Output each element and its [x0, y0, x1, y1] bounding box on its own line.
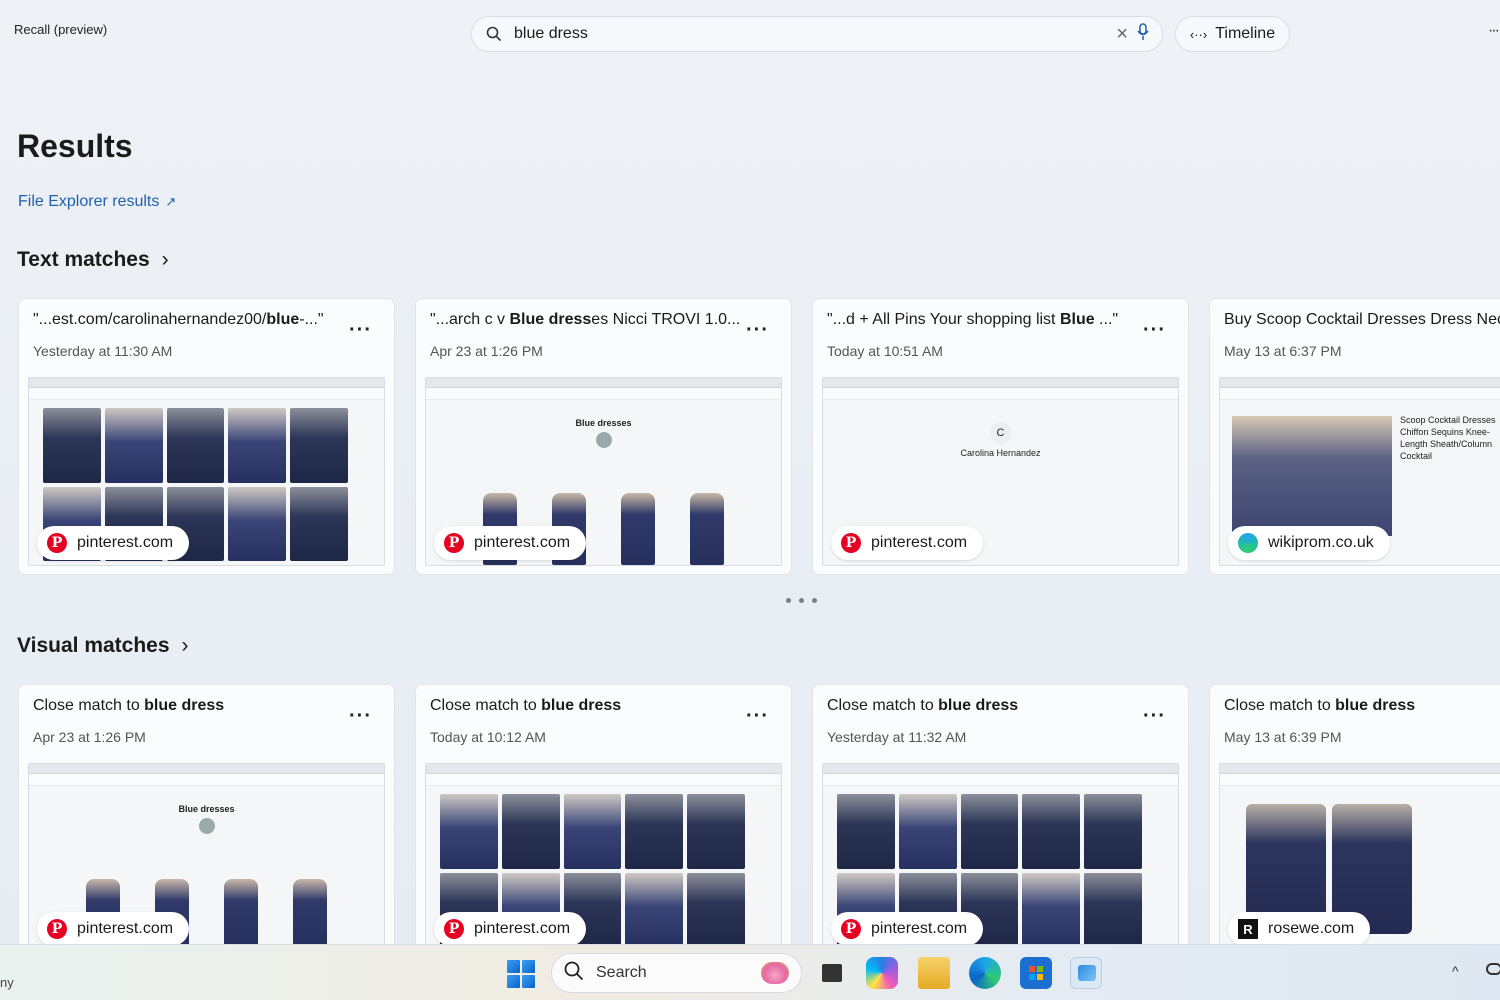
- pinterest-icon: P: [47, 919, 67, 939]
- taskbar: ny Search ^: [0, 944, 1500, 1000]
- timeline-label: Timeline: [1215, 25, 1276, 42]
- pinterest-icon: P: [841, 533, 861, 553]
- visual-matches-heading[interactable]: Visual matches ›: [17, 634, 189, 658]
- card-date: Yesterday at 11:32 AM: [827, 729, 967, 745]
- source-badge: P pinterest.com: [37, 526, 190, 560]
- pinterest-icon: P: [47, 533, 67, 553]
- windows-start-icon[interactable]: [507, 960, 535, 988]
- chevron-up-icon[interactable]: ^: [1452, 963, 1459, 979]
- app-title: Recall (preview): [14, 22, 108, 37]
- source-label: rosewe.com: [1268, 920, 1355, 937]
- source-badge: P pinterest.com: [434, 912, 587, 946]
- source-badge: P pinterest.com: [831, 526, 984, 560]
- chevron-right-icon: ›: [181, 634, 189, 657]
- text-match-card[interactable]: "...est.com/carolinahernandez00/blue-...…: [18, 298, 395, 575]
- text-match-card[interactable]: "...d + All Pins Your shopping list Blue…: [812, 298, 1189, 575]
- search-icon: [484, 24, 504, 44]
- chevron-right-icon: ›: [161, 248, 169, 271]
- microsoft-store-icon[interactable]: [1020, 957, 1052, 989]
- card-title: Close match to blue dress: [430, 697, 622, 714]
- card-date: Yesterday at 11:30 AM: [33, 343, 173, 359]
- clear-icon[interactable]: ×: [1116, 23, 1128, 46]
- thumb-heading: Blue dresses: [178, 804, 235, 814]
- thumb-product-text: Scoop Cocktail Dresses Chiffon Sequins K…: [1400, 415, 1496, 461]
- taskbar-left-text: ny: [0, 975, 14, 990]
- visual-matches-label: Visual matches: [17, 634, 170, 657]
- more-options-icon[interactable]: ···: [1143, 319, 1166, 342]
- file-explorer-link[interactable]: File Explorer results ↗: [18, 193, 176, 211]
- more-options-icon[interactable]: ···: [1488, 22, 1500, 40]
- text-matches-label: Text matches: [17, 248, 150, 271]
- search-highlight-icon: [761, 962, 789, 984]
- card-date: May 13 at 6:39 PM: [1224, 729, 1342, 745]
- more-options-icon[interactable]: ···: [1143, 705, 1166, 728]
- card-title: Close match to blue dress: [33, 697, 225, 714]
- copilot-icon[interactable]: [866, 957, 898, 989]
- onedrive-icon[interactable]: [1486, 963, 1500, 975]
- card-date: Today at 10:12 AM: [430, 729, 546, 745]
- timeline-button[interactable]: ‹··› Timeline: [1175, 16, 1290, 52]
- text-match-card[interactable]: Buy Scoop Cocktail Dresses Dress Neck Ma…: [1209, 298, 1500, 575]
- pinterest-icon: P: [841, 919, 861, 939]
- card-title: "...arch c v Blue dresses Nicci TROVI 1.…: [430, 311, 739, 328]
- card-date: May 13 at 6:37 PM: [1224, 343, 1342, 359]
- visual-match-card[interactable]: Close match to blue dress May 13 at 6:39…: [1209, 684, 1500, 961]
- source-label: pinterest.com: [871, 534, 968, 551]
- more-options-icon[interactable]: ···: [746, 319, 769, 342]
- more-options-icon[interactable]: ···: [746, 705, 769, 728]
- source-label: pinterest.com: [474, 534, 571, 551]
- edge-browser-icon: [1238, 533, 1258, 553]
- card-date: Today at 10:51 AM: [827, 343, 943, 359]
- file-explorer-label: File Explorer results: [18, 193, 160, 210]
- timeline-icon: ‹··›: [1189, 26, 1208, 42]
- source-label: pinterest.com: [77, 920, 174, 937]
- source-badge: wikiprom.co.uk: [1228, 526, 1390, 560]
- more-options-icon[interactable]: ···: [349, 705, 372, 728]
- page-title: Results: [17, 128, 133, 164]
- visual-match-card[interactable]: Close match to blue dress Yesterday at 1…: [812, 684, 1189, 961]
- taskbar-search[interactable]: Search: [551, 953, 802, 993]
- microphone-icon[interactable]: [1136, 22, 1150, 46]
- source-label: pinterest.com: [474, 920, 571, 937]
- pinterest-icon: P: [444, 533, 464, 553]
- thumb-heading: Blue dresses: [575, 418, 632, 428]
- pinterest-icon: P: [444, 919, 464, 939]
- search-bar[interactable]: ×: [471, 16, 1163, 52]
- file-explorer-icon[interactable]: [918, 957, 950, 989]
- text-matches-heading[interactable]: Text matches ›: [17, 248, 169, 272]
- source-label: wikiprom.co.uk: [1268, 534, 1374, 551]
- edge-browser-icon[interactable]: [969, 957, 1001, 989]
- search-icon: [564, 961, 584, 986]
- text-match-card[interactable]: "...arch c v Blue dresses Nicci TROVI 1.…: [415, 298, 792, 575]
- source-label: pinterest.com: [77, 534, 174, 551]
- source-badge: P pinterest.com: [434, 526, 587, 560]
- task-view-icon[interactable]: [816, 957, 848, 989]
- card-title: Close match to blue dress: [1224, 697, 1416, 714]
- text-matches-row: "...est.com/carolinahernandez00/blue-...…: [18, 298, 1500, 575]
- external-link-icon: ↗: [165, 194, 177, 209]
- source-badge: P pinterest.com: [831, 912, 984, 946]
- card-title: "...d + All Pins Your shopping list Blue…: [827, 311, 1119, 328]
- recall-app-icon[interactable]: [1070, 957, 1102, 989]
- card-date: Apr 23 at 1:26 PM: [33, 729, 146, 745]
- visual-matches-row: Close match to blue dress Apr 23 at 1:26…: [18, 684, 1500, 961]
- taskbar-search-label: Search: [596, 964, 647, 981]
- card-title: Close match to blue dress: [827, 697, 1019, 714]
- avatar: C: [989, 422, 1012, 444]
- pagination-dots[interactable]: [786, 598, 817, 603]
- rosewe-icon: R: [1238, 919, 1258, 939]
- visual-match-card[interactable]: Close match to blue dress Apr 23 at 1:26…: [18, 684, 395, 961]
- source-label: pinterest.com: [871, 920, 968, 937]
- search-input[interactable]: [514, 25, 1117, 43]
- source-badge: P pinterest.com: [37, 912, 190, 946]
- visual-match-card[interactable]: Close match to blue dress Today at 10:12…: [415, 684, 792, 961]
- more-options-icon[interactable]: ···: [349, 319, 372, 342]
- card-title: "...est.com/carolinahernandez00/blue-...…: [33, 311, 324, 328]
- thumb-heading: Carolina Hernandez: [960, 448, 1041, 458]
- card-date: Apr 23 at 1:26 PM: [430, 343, 543, 359]
- source-badge: R rosewe.com: [1228, 912, 1371, 946]
- card-title: Buy Scoop Cocktail Dresses Dress Neck: [1224, 311, 1500, 328]
